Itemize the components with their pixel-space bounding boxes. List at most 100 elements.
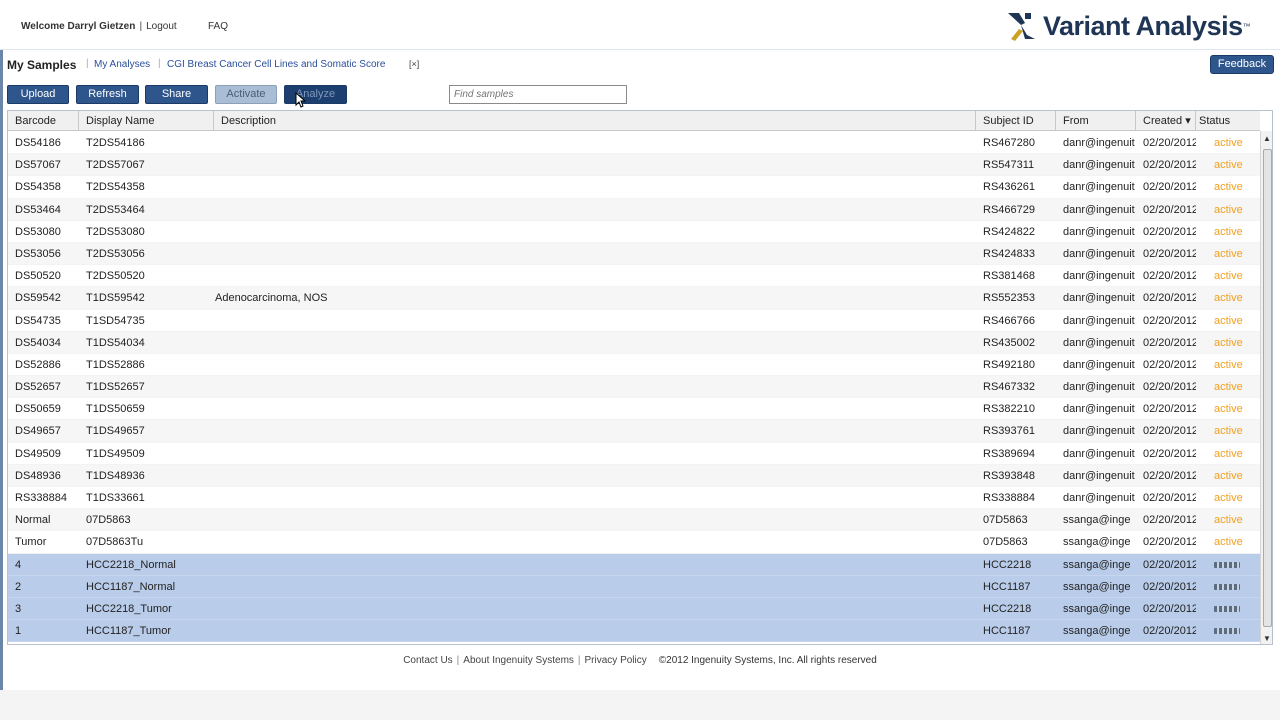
table-row[interactable]: DS53464 T2DS53464 RS466729 danr@ingenuit 02/…: [8, 198, 1260, 221]
table-row[interactable]: DS52886 T1DS52886 RS492180 danr@ingenuit 02/…: [8, 354, 1260, 377]
column-header-subject-id[interactable]: Subject ID: [976, 111, 1056, 131]
cell-status: active: [1214, 137, 1243, 149]
tab-analysis-cgi[interactable]: CGI Breast Cancer Cell Lines and Somatic…: [167, 59, 385, 70]
refresh-button[interactable]: Refresh: [76, 85, 139, 104]
column-header-created[interactable]: Created ▾: [1136, 111, 1196, 131]
table-row[interactable]: DS49657 T1DS49657 RS393761 danr@ingenuit 02/…: [8, 420, 1260, 443]
cell-created: 02/20/2012: [1143, 403, 1196, 416]
cell-description: [214, 598, 976, 620]
cell-from: danr@ingenuit: [1063, 381, 1135, 394]
cell-barcode: DS52886: [15, 358, 61, 371]
cell-from: danr@ingenuit: [1063, 181, 1135, 194]
table-row[interactable]: DS53080 T2DS53080 RS424822 danr@ingenuit 02/…: [8, 221, 1260, 243]
cell-barcode: DS53056: [15, 247, 61, 260]
cell-barcode: DS50659: [15, 403, 61, 416]
cell-display-name: T1DS52886: [86, 358, 145, 371]
table-row[interactable]: DS54358 T2DS54358 RS436261 danr@ingenuit 02/…: [8, 176, 1260, 199]
logout-link[interactable]: Logout: [146, 21, 177, 32]
table-row[interactable]: Tumor 07D5863Tu 07D5863 ssanga@inge 02/20/20…: [8, 531, 1260, 554]
welcome-separator: |: [139, 21, 143, 32]
cell-subject-id: RS467280: [983, 137, 1035, 149]
cell-status: active: [1214, 336, 1243, 349]
cell-created: 02/20/2012: [1143, 580, 1196, 593]
cell-description: [214, 199, 976, 221]
cell-description: [214, 531, 976, 553]
column-header-from[interactable]: From: [1056, 111, 1136, 131]
table-row[interactable]: DS59542 T1DS59542 Adenocarcinoma, NOS RS552…: [8, 287, 1260, 310]
tab-my-analyses[interactable]: My Analyses: [94, 59, 150, 70]
column-header-status[interactable]: Status: [1196, 111, 1260, 131]
cell-from: danr@ingenuit: [1063, 292, 1135, 305]
table-row[interactable]: DS50659 T1DS50659 RS382210 danr@ingenuit 02/…: [8, 398, 1260, 421]
close-tab-icon[interactable]: [×]: [409, 59, 419, 69]
cell-created: 02/20/2012: [1143, 625, 1196, 638]
cell-barcode: 1: [15, 625, 22, 638]
cell-created: 02/20/2012: [1143, 292, 1196, 305]
cell-subject-id: RS389694: [983, 447, 1035, 460]
table-row[interactable]: DS50520 T2DS50520 RS381468 danr@ingenuit 02/…: [8, 265, 1260, 288]
cell-display-name: HCC2218_Tumor: [86, 602, 172, 615]
activate-button[interactable]: Activate: [215, 85, 277, 104]
about-link[interactable]: About Ingenuity Systems: [463, 655, 574, 666]
cell-status: active: [1214, 469, 1243, 482]
table-row[interactable]: DS57067 T2DS57067 RS547311 danr@ingenuit 02/…: [8, 154, 1260, 177]
cell-created: 02/20/2012: [1143, 558, 1196, 571]
cell-created: 02/20/2012: [1143, 336, 1196, 349]
column-header-display-name[interactable]: Display Name: [79, 111, 214, 131]
table-row[interactable]: DS54034 T1DS54034 RS435002 danr@ingenuit 02/…: [8, 331, 1260, 354]
contact-us-link[interactable]: Contact Us: [403, 655, 452, 666]
table-row[interactable]: DS54735 T1SD54735 RS466766 danr@ingenuit 02/…: [8, 310, 1260, 332]
table-row[interactable]: DS49509 T1DS49509 RS389694 danr@ingenuit 02/…: [8, 443, 1260, 465]
cell-created: 02/20/2012: [1143, 270, 1196, 283]
cell-display-name: T1DS49657: [86, 425, 145, 438]
cell-barcode: DS57067: [15, 159, 61, 172]
cell-from: danr@ingenuit: [1063, 159, 1135, 172]
vertical-scrollbar[interactable]: ▲ ▼: [1260, 131, 1272, 644]
table-row[interactable]: RS338884 T1DS33661 RS338884 danr@ingenuit 02…: [8, 487, 1260, 510]
cell-status: [1196, 598, 1260, 620]
cell-created: 02/20/2012: [1143, 536, 1196, 549]
scroll-thumb[interactable]: [1263, 149, 1272, 627]
scroll-up-icon[interactable]: ▲: [1261, 132, 1272, 145]
cell-display-name: HCC1187_Tumor: [86, 625, 171, 638]
table-body: DS54186 T2DS54186 RS467280 danr@ingenuit 02/…: [8, 132, 1260, 643]
column-header-description[interactable]: Description: [214, 111, 976, 131]
table-row[interactable]: 3 HCC2218_Tumor HCC2218 ssanga@inge 02/20/20…: [8, 597, 1260, 621]
feedback-button[interactable]: Feedback: [1210, 55, 1274, 74]
cell-status: active: [1214, 425, 1243, 438]
cell-description: [214, 398, 976, 420]
column-header-barcode[interactable]: Barcode: [8, 111, 79, 131]
cell-from: danr@ingenuit: [1063, 270, 1135, 283]
table-row[interactable]: DS52657 T1DS52657 RS467332 danr@ingenuit 02/…: [8, 376, 1260, 399]
share-button[interactable]: Share: [145, 85, 208, 104]
cell-barcode: DS59542: [15, 292, 61, 305]
table-row[interactable]: Normal 07D5863 07D5863 ssanga@inge 02/20/201…: [8, 509, 1260, 532]
table-row[interactable]: 1 HCC1187_Tumor HCC1187 ssanga@inge 02/20/20…: [8, 620, 1260, 643]
table-row[interactable]: 2 HCC1187_Normal HCC1187 ssanga@inge 02/20/2…: [8, 575, 1260, 598]
cell-barcode: 3: [15, 602, 22, 615]
page-title: My Samples: [7, 58, 77, 72]
scroll-down-icon[interactable]: ▼: [1261, 632, 1272, 644]
table-row[interactable]: DS48936 T1DS48936 RS393848 danr@ingenuit 02/…: [8, 464, 1260, 487]
cell-from: ssanga@inge: [1063, 558, 1131, 571]
cell-description: [214, 443, 976, 465]
privacy-policy-link[interactable]: Privacy Policy: [585, 655, 647, 666]
cell-description: [214, 243, 976, 265]
search-input[interactable]: [449, 85, 627, 104]
cell-status: active: [1214, 403, 1243, 416]
cell-display-name: HCC1187_Normal: [86, 580, 176, 593]
cell-from: danr@ingenuit: [1063, 492, 1135, 504]
cell-status: active: [1214, 247, 1243, 260]
table-row[interactable]: DS53056 T2DS53056 RS424833 danr@ingenuit 02/…: [8, 242, 1260, 266]
cell-description: [214, 221, 976, 243]
breadcrumb-separator: |: [86, 58, 89, 69]
cell-description: [214, 465, 976, 487]
cell-status: active: [1214, 159, 1243, 172]
faq-link[interactable]: FAQ: [208, 21, 228, 32]
upload-button[interactable]: Upload: [7, 85, 69, 104]
table-row[interactable]: 4 HCC2218_Normal HCC2218 ssanga@inge 02/20/2…: [8, 553, 1260, 576]
cell-from: ssanga@inge: [1063, 625, 1131, 638]
analyze-button[interactable]: Analyze: [284, 85, 347, 104]
cell-from: danr@ingenuit: [1063, 336, 1135, 349]
table-row[interactable]: DS54186 T2DS54186 RS467280 danr@ingenuit 02/…: [8, 132, 1260, 155]
